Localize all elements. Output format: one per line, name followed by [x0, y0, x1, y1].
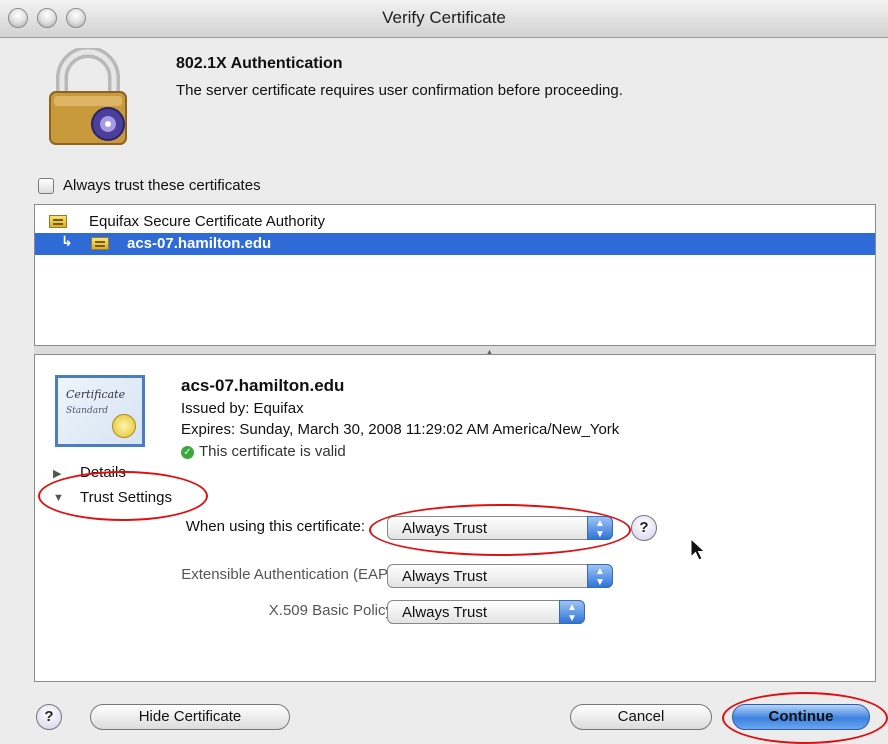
list-item-label: acs-07.hamilton.edu [127, 235, 272, 252]
issued-by: Issued by: Equifax [181, 400, 304, 417]
annotation-circle [722, 692, 888, 744]
x509-label: X.509 Basic Policy [268, 602, 393, 619]
certificate-image-icon: Certificate Standard [55, 375, 145, 447]
verify-certificate-window: Verify Certificate 802.1X Authentication… [0, 0, 888, 744]
help-button[interactable]: ? [631, 515, 657, 541]
window-title: Verify Certificate [382, 8, 506, 27]
certificate-icon [49, 215, 67, 228]
up-down-arrows-icon: ▲ ▼ [559, 600, 585, 624]
certificate-icon [91, 237, 109, 250]
mouse-pointer-icon [690, 538, 706, 561]
certificate-name: acs-07.hamilton.edu [181, 376, 345, 395]
hide-certificate-button[interactable]: Hide Certificate [90, 704, 290, 730]
certificate-chain-list: Equifax Secure Certificate Authority ↳ a… [34, 204, 876, 346]
when-using-label: When using this certificate: [185, 518, 365, 535]
expiration-date: Expires: Sunday, March 30, 2008 11:29:02… [181, 421, 620, 438]
popup-value: Always Trust [402, 568, 488, 585]
annotation-circle [38, 471, 208, 521]
eap-popup[interactable]: Always Trust ▲ ▼ [387, 564, 613, 588]
lock-icon [49, 48, 127, 145]
title-bar: Verify Certificate [0, 0, 888, 38]
child-arrow-icon: ↳ [61, 233, 73, 249]
help-button[interactable]: ? [36, 704, 62, 730]
always-trust-checkbox[interactable] [38, 178, 54, 194]
up-down-arrows-icon: ▲ ▼ [587, 564, 613, 588]
always-trust-label[interactable]: Always trust these certificates [63, 177, 261, 194]
x509-popup[interactable]: Always Trust ▲ ▼ [387, 600, 585, 624]
dialog-heading: 802.1X Authentication [176, 55, 343, 72]
eap-label: Extensible Authentication (EAP) [181, 566, 393, 583]
dialog-message: The server certificate requires user con… [176, 82, 623, 99]
annotation-circle [369, 504, 631, 556]
popup-value: Always Trust [402, 604, 488, 621]
validity-status: This certificate is valid [199, 443, 346, 460]
list-item[interactable]: Equifax Secure Certificate Authority [35, 211, 875, 233]
split-view-divider[interactable]: ▲ [34, 346, 876, 357]
list-item[interactable]: ↳ acs-07.hamilton.edu [35, 233, 875, 255]
cancel-button[interactable]: Cancel [570, 704, 712, 730]
valid-check-icon: ✓ [181, 446, 194, 459]
list-item-label: Equifax Secure Certificate Authority [89, 213, 325, 230]
